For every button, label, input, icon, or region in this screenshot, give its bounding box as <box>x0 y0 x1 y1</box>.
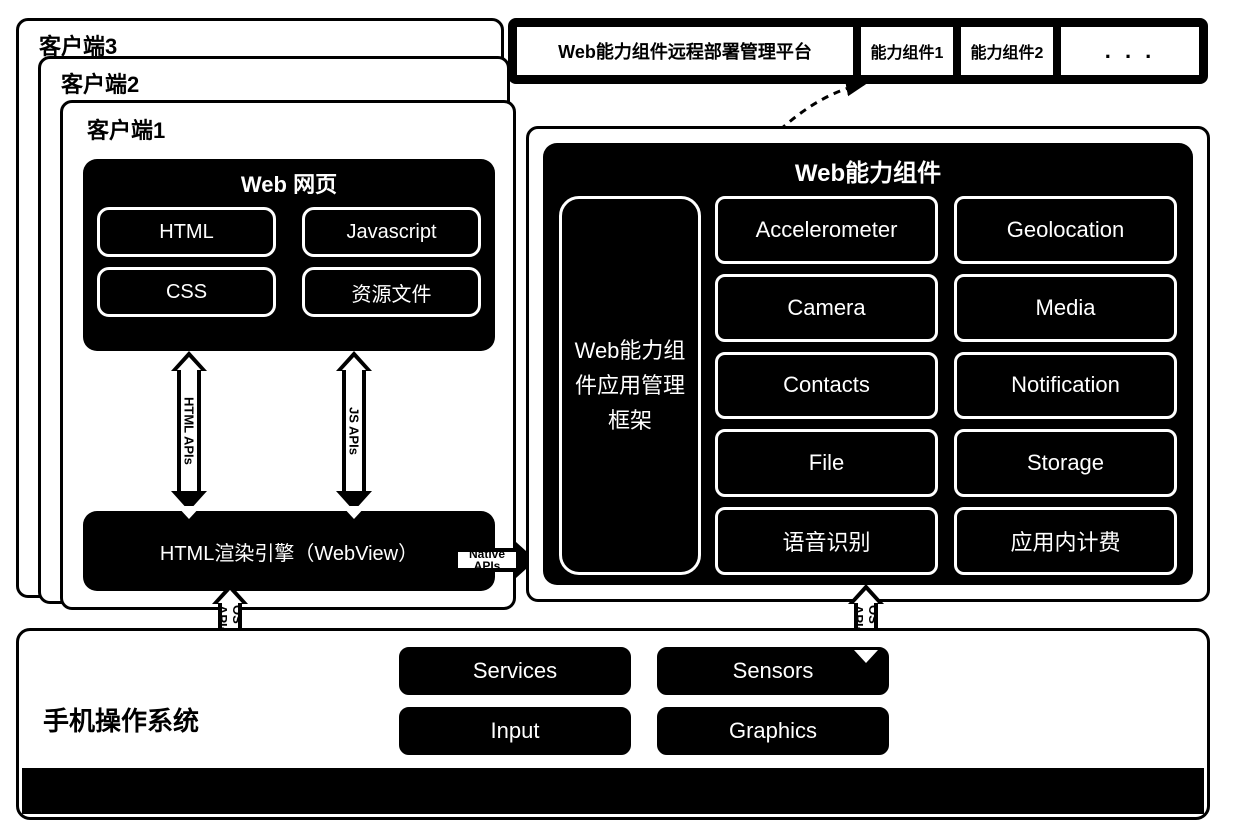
remote-item-ellipsis: . . . <box>1059 25 1201 77</box>
web-chip-html: HTML <box>97 207 276 257</box>
web-chip-css: CSS <box>97 267 276 317</box>
arrow-js-apis: JS APIs <box>338 351 370 511</box>
cap-speech: 语音识别 <box>715 507 938 575</box>
os-input: Input <box>399 707 631 755</box>
cap-notification: Notification <box>954 352 1177 420</box>
cap-contacts: Contacts <box>715 352 938 420</box>
web-page-title: Web 网页 <box>97 167 481 199</box>
dashed-arrow-to-remote <box>772 82 872 132</box>
remote-deploy-bar: Web能力组件远程部署管理平台 能力组件1 能力组件2 . . . <box>508 18 1208 84</box>
cap-billing: 应用内计费 <box>954 507 1177 575</box>
client2-label: 客户端2 <box>55 65 145 101</box>
web-chip-resources: 资源文件 <box>302 267 481 317</box>
cap-accelerometer: Accelerometer <box>715 196 938 264</box>
capability-panel: Web能力组件 Web能力组件应用管理框架 Accelerometer Geol… <box>526 126 1210 602</box>
webview-block: HTML渲染引擎（WebView） <box>83 511 495 591</box>
os-graphics: Graphics <box>657 707 889 755</box>
os-title: 手机操作系统 <box>43 701 199 738</box>
remote-title: Web能力组件远程部署管理平台 <box>515 25 855 77</box>
cap-geolocation: Geolocation <box>954 196 1177 264</box>
os-panel: 手机操作系统 Services Sensors Input Graphics <box>16 628 1210 820</box>
arrow-js-apis-label: JS APIs <box>342 370 366 492</box>
web-chip-js: Javascript <box>302 207 481 257</box>
remote-item-2: 能力组件2 <box>959 25 1055 77</box>
os-services: Services <box>399 647 631 695</box>
cap-camera: Camera <box>715 274 938 342</box>
capability-inner: Web能力组件 Web能力组件应用管理框架 Accelerometer Geol… <box>543 143 1193 585</box>
capability-manager: Web能力组件应用管理框架 <box>559 196 701 575</box>
webview-label: HTML渲染引擎（WebView） <box>160 537 418 566</box>
cap-file: File <box>715 429 938 497</box>
client1-label: 客户端1 <box>81 111 171 147</box>
capability-title: Web能力组件 <box>559 153 1177 188</box>
cap-storage: Storage <box>954 429 1177 497</box>
remote-item-1: 能力组件1 <box>859 25 955 77</box>
cap-media: Media <box>954 274 1177 342</box>
web-page-block: Web 网页 HTML Javascript CSS 资源文件 <box>83 159 495 351</box>
os-bottom-bar <box>22 768 1204 814</box>
arrow-html-apis-label: HTML APIs <box>177 370 201 492</box>
arrow-html-apis: HTML APIs <box>173 351 205 511</box>
client1-panel: 客户端1 Web 网页 HTML Javascript CSS 资源文件 HTM… <box>60 100 516 610</box>
arrow-native-apis: Native APIs <box>438 540 536 580</box>
arrow-native-apis-label: Native APIs <box>458 548 516 572</box>
